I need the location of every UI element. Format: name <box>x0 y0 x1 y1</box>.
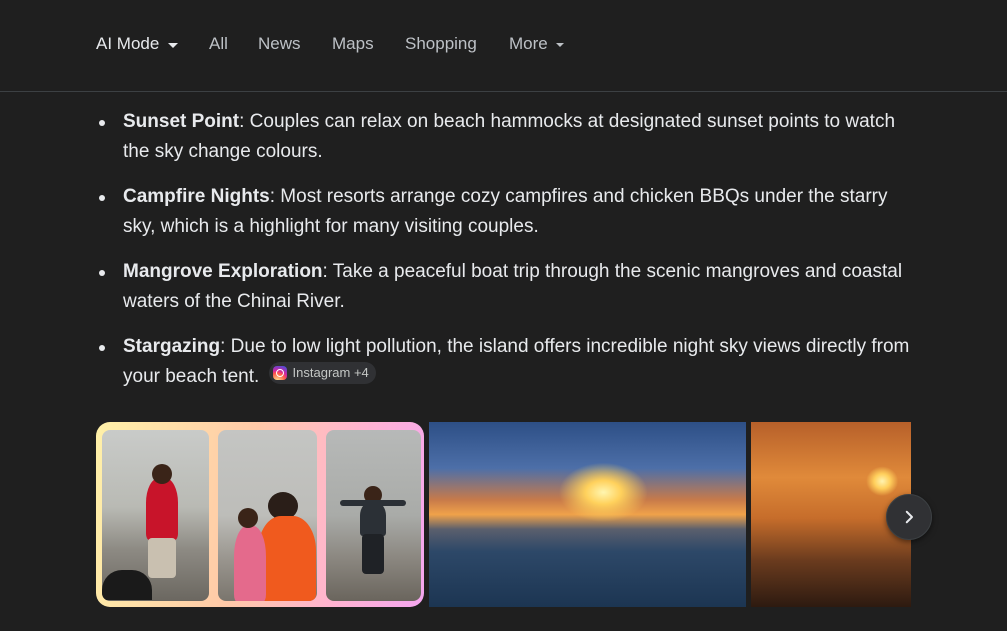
image-carousel <box>96 422 911 607</box>
tab-label: News <box>258 34 301 53</box>
chevron-right-icon <box>905 510 913 524</box>
tab-label: More <box>509 34 548 53</box>
top-nav-bar: AI Mode All News Maps Shopping More <box>0 0 1007 92</box>
instagram-icon <box>272 366 287 380</box>
tab-shopping[interactable]: Shopping <box>405 33 477 55</box>
tab-ai-mode[interactable]: AI Mode <box>96 33 179 55</box>
collage-photo <box>326 430 421 601</box>
item-text: : Couples can relax on beach hammocks at… <box>123 111 896 162</box>
tab-maps[interactable]: Maps <box>332 33 374 55</box>
item-term: Campfire Nights <box>123 186 270 207</box>
source-chip[interactable]: Instagram +4 <box>268 362 376 384</box>
item-term: Mangrove Exploration <box>123 261 323 282</box>
chevron-down-icon <box>168 42 179 48</box>
sunset-sea-image[interactable] <box>429 422 746 607</box>
collage-photo <box>102 430 209 601</box>
item-term: Stargazing <box>123 336 221 357</box>
item-term: Sunset Point <box>123 111 240 132</box>
list-item: Mangrove Exploration: Take a peaceful bo… <box>98 257 918 317</box>
tab-label: Maps <box>332 34 374 53</box>
tab-label: AI Mode <box>96 34 160 53</box>
chevron-down-icon <box>555 43 564 47</box>
activity-list: Sunset Point: Couples can relax on beach… <box>98 107 918 407</box>
couple-collage-image[interactable] <box>96 422 424 607</box>
list-item: Stargazing: Due to low light pollution, … <box>98 332 918 392</box>
tab-label: All <box>209 34 228 53</box>
tab-label: Shopping <box>405 34 477 53</box>
tab-news[interactable]: News <box>258 33 301 55</box>
ai-answer-content: Sunset Point: Couples can relax on beach… <box>0 93 1007 631</box>
source-chip-label: Instagram +4 <box>292 365 369 380</box>
item-text: : Due to low light pollution, the island… <box>123 336 910 387</box>
list-item: Sunset Point: Couples can relax on beach… <box>98 107 918 167</box>
tab-more[interactable]: More <box>509 33 564 55</box>
carousel-next-button[interactable] <box>886 494 932 540</box>
collage-photo <box>218 430 317 601</box>
list-item: Campfire Nights: Most resorts arrange co… <box>98 182 918 242</box>
tab-all[interactable]: All <box>209 33 228 55</box>
